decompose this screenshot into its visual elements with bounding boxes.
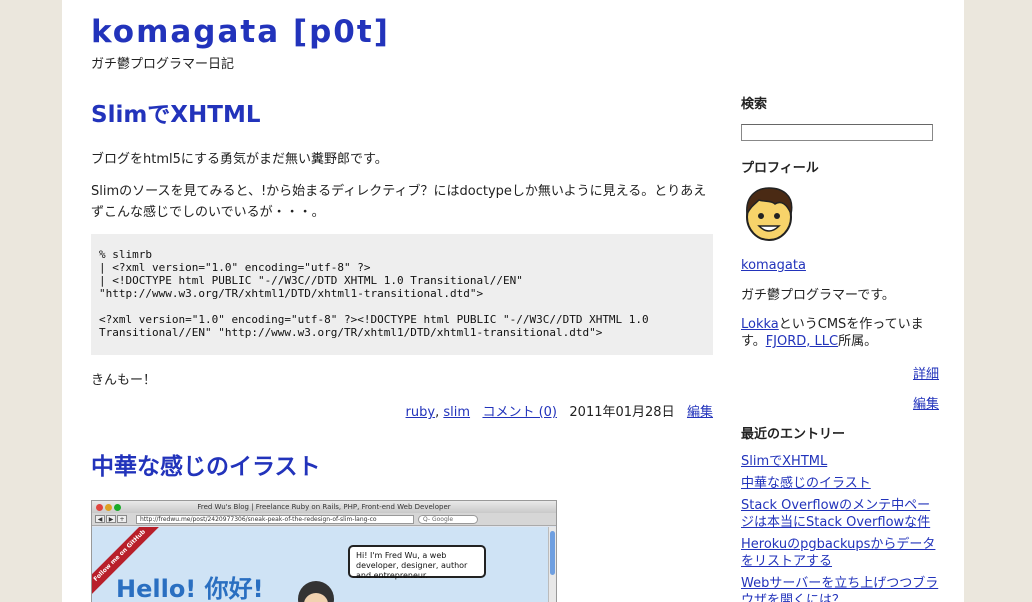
tag-link-ruby[interactable]: ruby	[406, 405, 436, 420]
recent-entry-link[interactable]: Webサーバーを立ち上げつつブラウザを開くには？	[741, 576, 938, 602]
minimize-dot-icon	[105, 504, 112, 511]
entry-paragraph: Slimのソースを見てみると、!から始まるディレクティブ？にはdoctypeしか…	[91, 184, 707, 220]
entry-date: 2011年01月28日	[569, 405, 675, 420]
list-item: SlimでXHTML	[741, 453, 939, 470]
recent-entry-link[interactable]: Stack Overflowのメンテ中ページは本当にStack Overflow…	[741, 498, 930, 530]
lokka-link[interactable]: Lokka	[741, 317, 779, 332]
search-heading: 検索	[741, 97, 768, 112]
list-item: Herokuのpgbackupsからデータをリストアする	[741, 536, 939, 570]
hello-heading: Hello! 你好!	[116, 575, 264, 602]
fred-avatar-icon	[298, 581, 334, 602]
screenshot-titlebar: Fred Wu's Blog | Freelance Ruby on Rails…	[92, 501, 556, 513]
entry-paragraph: ブログをhtml5にする勇気がまだ無い糞野郎です。	[91, 152, 388, 167]
screenshot-url: http://fredwu.me/post/2420977306/sneak-p…	[136, 515, 414, 524]
screenshot-window-title: Fred Wu's Blog | Freelance Ruby on Rails…	[197, 503, 451, 511]
page: komagata [p0t] ガチ鬱プログラマー日記 SlimでXHTML ブロ…	[62, 0, 964, 602]
profile-bio: ガチ鬱プログラマーです。	[741, 288, 895, 303]
search-input[interactable]	[741, 124, 933, 141]
entry-title[interactable]: 中華な感じのイラスト	[91, 447, 321, 481]
profile-name-link[interactable]: komagata	[741, 257, 806, 274]
site-description: ガチ鬱プログラマー日記	[91, 57, 235, 72]
list-item: Stack Overflowのメンテ中ページは本当にStack Overflow…	[741, 497, 939, 531]
profile-text-part: す。	[741, 334, 766, 349]
site-title[interactable]: komagata [p0t]	[91, 14, 390, 50]
entry-screenshot: Fred Wu's Blog | Freelance Ruby on Rails…	[91, 500, 557, 602]
screenshot-scrollbar	[548, 527, 556, 602]
profile-text-part: というCMSを作っていま	[778, 317, 924, 332]
screenshot-toolbar: ◀ ▶ + http://fredwu.me/post/2420977306/sne…	[92, 513, 556, 526]
comments-link[interactable]: コメント (0)	[482, 405, 557, 420]
back-icon: ◀	[95, 515, 105, 523]
sidebar-edit-link[interactable]: 編集	[913, 393, 939, 412]
recent-entries-list: SlimでXHTML 中華な感じのイラスト Stack Overflowのメンテ…	[741, 453, 939, 602]
close-dot-icon	[96, 504, 103, 511]
tag-separator: ,	[435, 405, 440, 420]
entry-meta: ruby, slim コメント (0) 2011年01月28日 編集	[406, 401, 713, 420]
add-icon: +	[117, 515, 127, 523]
list-item: Webサーバーを立ち上げつつブラウザを開くには？	[741, 575, 939, 602]
recent-entry-link[interactable]: Herokuのpgbackupsからデータをリストアする	[741, 537, 935, 569]
screenshot-content: Follow me on GitHub Hello! 你好! Hi! I'm F…	[92, 527, 550, 602]
profile-heading: プロフィール	[741, 161, 819, 176]
speech-bubble: Hi! I'm Fred Wu, a web developer, design…	[348, 545, 486, 580]
recent-heading: 最近のエントリー	[741, 427, 846, 442]
forward-icon: ▶	[106, 515, 116, 523]
entry-title[interactable]: SlimでXHTML	[91, 95, 261, 129]
screenshot-search: Q- Google	[418, 515, 478, 524]
edit-link[interactable]: 編集	[687, 405, 713, 420]
profile-text-part: 所属。	[838, 334, 878, 349]
recent-entry-link[interactable]: 中華な感じのイラスト	[741, 476, 871, 491]
list-item: 中華な感じのイラスト	[741, 475, 939, 492]
details-link[interactable]: 詳細	[913, 363, 939, 382]
recent-entry-link[interactable]: SlimでXHTML	[741, 454, 827, 469]
fjord-link[interactable]: FJORD, LLC	[766, 334, 838, 349]
profile-avatar-icon	[746, 187, 793, 241]
code-block: % slimrb | <?xml version="1.0" encoding=…	[91, 234, 713, 355]
profile-text: LokkaというCMSを作っていま す。FJORD, LLC所属。	[741, 316, 939, 350]
tag-link-slim[interactable]: slim	[443, 405, 470, 420]
screenshot-nav: ◀ ▶ +	[95, 515, 128, 523]
zoom-dot-icon	[114, 504, 121, 511]
entry-paragraph: きんもー！	[91, 373, 157, 388]
